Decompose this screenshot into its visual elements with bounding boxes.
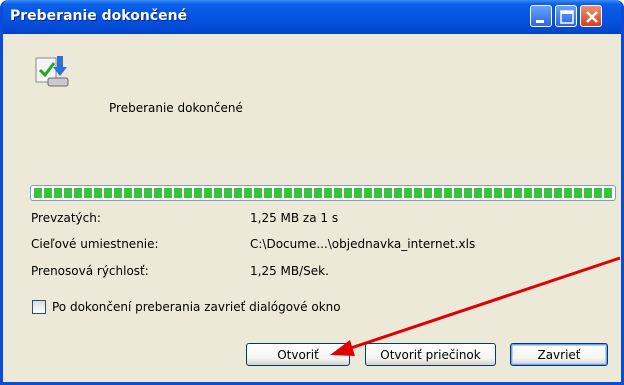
transfer-rate-value: 1,25 MB/Sek.	[250, 264, 329, 278]
destination-value: C:\Docume...\objednavka_internet.xls	[250, 237, 476, 251]
status-heading: Preberanie dokončené	[109, 101, 243, 115]
open-button[interactable]: Otvoriť	[246, 343, 350, 366]
minimize-button[interactable]	[530, 5, 552, 27]
minimize-icon	[536, 20, 544, 23]
close-on-complete-checkbox[interactable]	[32, 300, 46, 314]
title-bar[interactable]: Preberanie dokončené	[3, 0, 621, 34]
transfer-rate-label: Prenosová rýchlosť:	[31, 264, 149, 278]
download-progress-bar	[30, 185, 616, 201]
downloaded-label: Prevzatých:	[31, 211, 101, 225]
window-title: Preberanie dokončené	[10, 8, 188, 24]
open-folder-button[interactable]: Otvoriť priečinok	[365, 343, 496, 366]
close-icon	[586, 11, 598, 23]
progress-fill	[34, 188, 612, 198]
downloaded-value: 1,25 MB za 1 s	[250, 211, 339, 225]
close-window-button[interactable]	[580, 5, 602, 27]
maximize-button[interactable]	[555, 5, 577, 27]
download-complete-icon	[30, 52, 72, 92]
maximize-icon	[560, 10, 574, 24]
destination-label: Cieľové umiestnenie:	[31, 237, 159, 251]
download-complete-dialog: Preberanie dokončené Preberanie dokončen…	[0, 0, 624, 385]
close-on-complete-label[interactable]: Po dokončení preberania zavrieť dialógov…	[52, 300, 341, 314]
close-button[interactable]: Zavrieť	[510, 343, 608, 366]
